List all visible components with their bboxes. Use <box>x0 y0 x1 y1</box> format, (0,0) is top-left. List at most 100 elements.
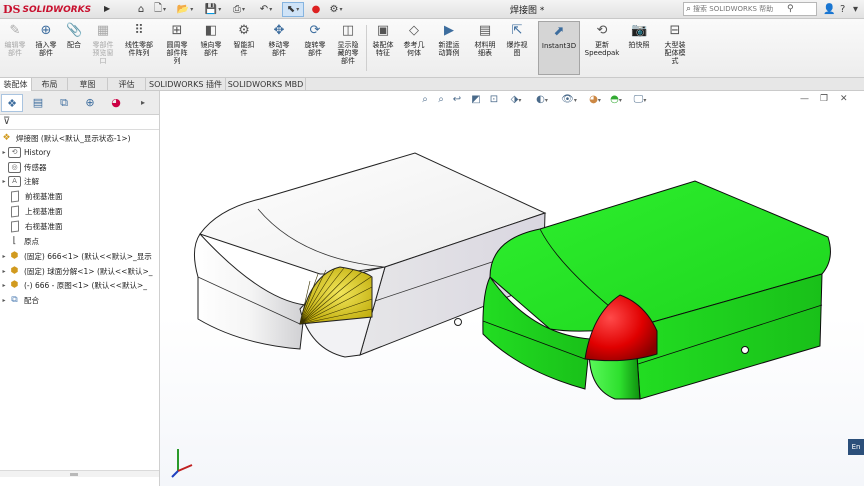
mirror-components-button[interactable]: ◧ 镜向零 部件 <box>196 21 226 75</box>
tree-item-label: 配合 <box>24 295 39 305</box>
corner-badge-icon[interactable]: En <box>848 439 864 455</box>
window-minimize-icon[interactable]: — <box>800 94 809 104</box>
expand-toggle[interactable]: ▸ <box>0 253 8 260</box>
command-label: 线性零部 件阵列 <box>125 41 153 57</box>
mate-button[interactable]: 📎 配合 <box>62 21 86 75</box>
tab-layout[interactable]: 布局 <box>32 78 68 91</box>
tree-item-right-plane[interactable]: 右视基准面 <box>0 219 159 233</box>
apply-scene-icon[interactable]: ◓ <box>607 93 625 107</box>
zoom-to-fit-icon[interactable]: ⌕ <box>418 93 432 107</box>
help-dropdown-icon[interactable]: ▾ <box>853 2 858 17</box>
circular-pattern-button[interactable]: ⊞ 圆周零 部件阵 列 <box>160 21 194 75</box>
new-motion-study-button[interactable]: ▶ 新建运 动算例 <box>434 21 464 75</box>
assembly-features-button[interactable]: ▣ 装配体 特征 <box>368 21 398 75</box>
rotate-component-button[interactable]: ⟳ 旋转零 部件 <box>298 21 332 75</box>
command-label: 大型装 配体模 式 <box>664 41 686 65</box>
view-settings-icon[interactable]: 🖵 <box>630 93 650 107</box>
command-label: 编辑零 部件 <box>4 41 26 57</box>
display-manager-icon[interactable]: ◕ <box>105 94 127 112</box>
help-search-input[interactable] <box>693 5 786 13</box>
dynamic-annotation-icon[interactable]: ⊡ <box>487 93 501 107</box>
tree-item-history[interactable]: ▸ ⟲ History <box>0 145 159 159</box>
panel-more-icon[interactable]: ▸ <box>137 94 149 112</box>
section-view-icon[interactable]: ◩ <box>469 93 483 107</box>
options-icon[interactable]: ⚙ <box>326 2 346 17</box>
tree-item-root[interactable]: ❖ 焊接图 (默认<默认_显示状态-1>) <box>0 131 159 145</box>
yellow-sphere-segment[interactable] <box>299 266 373 325</box>
graphics-area[interactable]: En <box>160 109 864 486</box>
tree-item-mates[interactable]: ▸ ⧉ 配合 <box>0 293 159 307</box>
tree-item-top-plane[interactable]: 上视基准面 <box>0 204 159 218</box>
component-preview-button[interactable]: ▦ 零部件 预览窗 口 <box>88 21 118 75</box>
expand-toggle[interactable]: ▸ <box>0 268 8 275</box>
help-search-box[interactable]: ⌕ ⚲ <box>683 2 817 16</box>
insert-component-button[interactable]: ⊕ 插入零 部件 <box>30 21 62 75</box>
undo-icon[interactable]: ↶ <box>256 2 276 17</box>
tab-solidworks-mbd[interactable]: SOLIDWORKS MBD <box>226 78 306 91</box>
exploded-view-button[interactable]: ⇱ 爆炸视 图 <box>502 21 532 75</box>
tree-item-label: History <box>24 147 51 157</box>
expand-toggle[interactable]: ▸ <box>0 282 8 289</box>
property-manager-icon[interactable]: ▤ <box>27 94 49 112</box>
edit-component-button[interactable]: ✎ 编辑零 部件 <box>0 21 30 75</box>
help-icon[interactable]: ? <box>840 2 845 17</box>
command-label: 插入零 部件 <box>35 41 57 57</box>
menu-expand-icon[interactable]: ▶ <box>104 4 112 15</box>
show-hidden-components-button[interactable]: ◫ 显示隐 藏的零 部件 <box>332 21 364 75</box>
tree-filter[interactable]: ⊽ <box>0 115 159 130</box>
window-restore-icon[interactable]: ❐ <box>820 94 828 104</box>
view-orientation-icon[interactable]: ⬗ <box>507 93 525 107</box>
tab-evaluate[interactable]: 评估 <box>108 78 146 91</box>
tree-item-origin[interactable]: ⌊ 原点 <box>0 234 159 248</box>
tree-item-front-plane[interactable]: 前视基准面 <box>0 189 159 203</box>
expand-toggle[interactable]: ▸ <box>0 149 8 156</box>
update-speedpak-button[interactable]: ⟲ 更新 Speedpak <box>582 21 622 75</box>
command-label: 显示隐 藏的零 部件 <box>337 41 359 65</box>
smart-fasteners-button[interactable]: ⚙ 智能扣 件 <box>228 21 260 75</box>
expand-toggle[interactable]: ▸ <box>0 297 8 304</box>
tree-item-component-666[interactable]: ▸ ⬢ (固定) 666<1> (默认<<默认>_显示 <box>0 249 159 263</box>
save-icon[interactable]: 💾 <box>203 2 223 17</box>
reference-geometry-button[interactable]: ◇ 参考几 何体 <box>400 21 428 75</box>
command-label: 智能扣 件 <box>233 41 255 57</box>
previous-view-icon[interactable]: ↩ <box>450 93 464 107</box>
tree-item-component-sphere[interactable]: ▸ ⬢ (固定) 球面分解<1> (默认<<默认>_ <box>0 264 159 278</box>
feature-manager-icon[interactable]: ❖ <box>1 94 23 112</box>
tree-item-sensors[interactable]: ◎ 传感器 <box>0 160 159 174</box>
bill-of-materials-button[interactable]: ▤ 材料明 细表 <box>470 21 500 75</box>
large-assembly-mode-button[interactable]: ⊟ 大型装 配体模 式 <box>656 21 694 75</box>
rebuild-icon[interactable]: ● <box>310 2 322 17</box>
scrollbar-thumb[interactable] <box>70 473 78 476</box>
take-snapshot-button[interactable]: 📷 拍快照 <box>624 21 654 75</box>
solidworks-logo[interactable]: DS SOLIDWORKS <box>3 2 99 17</box>
tree-item-label: 右视基准面 <box>25 221 63 231</box>
tab-solidworks-addins[interactable]: SOLIDWORKS 插件 <box>146 78 226 91</box>
configuration-manager-icon[interactable]: ⧉ <box>53 94 75 112</box>
edit-appearance-icon[interactable]: ◕ <box>585 93 605 107</box>
tree-item-component-original[interactable]: ▸ ⬢ (-) 666 - 原图<1> (默认<<默认>_ <box>0 278 159 292</box>
tree-item-label: (固定) 球面分解<1> (默认<<默认>_ <box>24 266 153 276</box>
window-close-icon[interactable]: ✕ <box>840 94 848 104</box>
tree-item-annotations[interactable]: ▸ A 注解 <box>0 174 159 188</box>
open-icon[interactable]: 📂 <box>175 2 195 17</box>
new-icon[interactable]: 🗋 <box>150 2 170 17</box>
linear-pattern-icon: ⠿ <box>134 23 144 38</box>
linear-pattern-button[interactable]: ⠿ 线性零部 件阵列 <box>120 21 158 75</box>
user-icon[interactable]: 👤 <box>823 2 835 17</box>
display-style-icon[interactable]: ◐ <box>533 93 551 107</box>
dimxpert-icon[interactable]: ⊕ <box>79 94 101 112</box>
tab-sketch[interactable]: 草图 <box>68 78 108 91</box>
expand-toggle[interactable]: ▸ <box>0 178 8 185</box>
home-icon[interactable]: ⌂ <box>134 2 148 17</box>
instant3d-button[interactable]: ⬈ Instant3D <box>538 21 580 75</box>
zoom-to-area-icon[interactable]: ⌕ <box>434 93 448 107</box>
move-component-button[interactable]: ✥ 移动零 部件 <box>262 21 296 75</box>
select-icon[interactable]: ⬉ <box>282 2 304 17</box>
search-go-icon[interactable]: ⚲ <box>787 4 794 14</box>
print-icon[interactable]: ⎙ <box>229 2 249 17</box>
hide-show-items-icon[interactable]: 👁 <box>560 93 578 107</box>
tree-item-label: 前视基准面 <box>25 191 63 201</box>
tab-assembly[interactable]: 装配体 <box>0 78 32 91</box>
panel-horizontal-scrollbar[interactable] <box>0 470 159 477</box>
plane-icon <box>11 219 19 233</box>
